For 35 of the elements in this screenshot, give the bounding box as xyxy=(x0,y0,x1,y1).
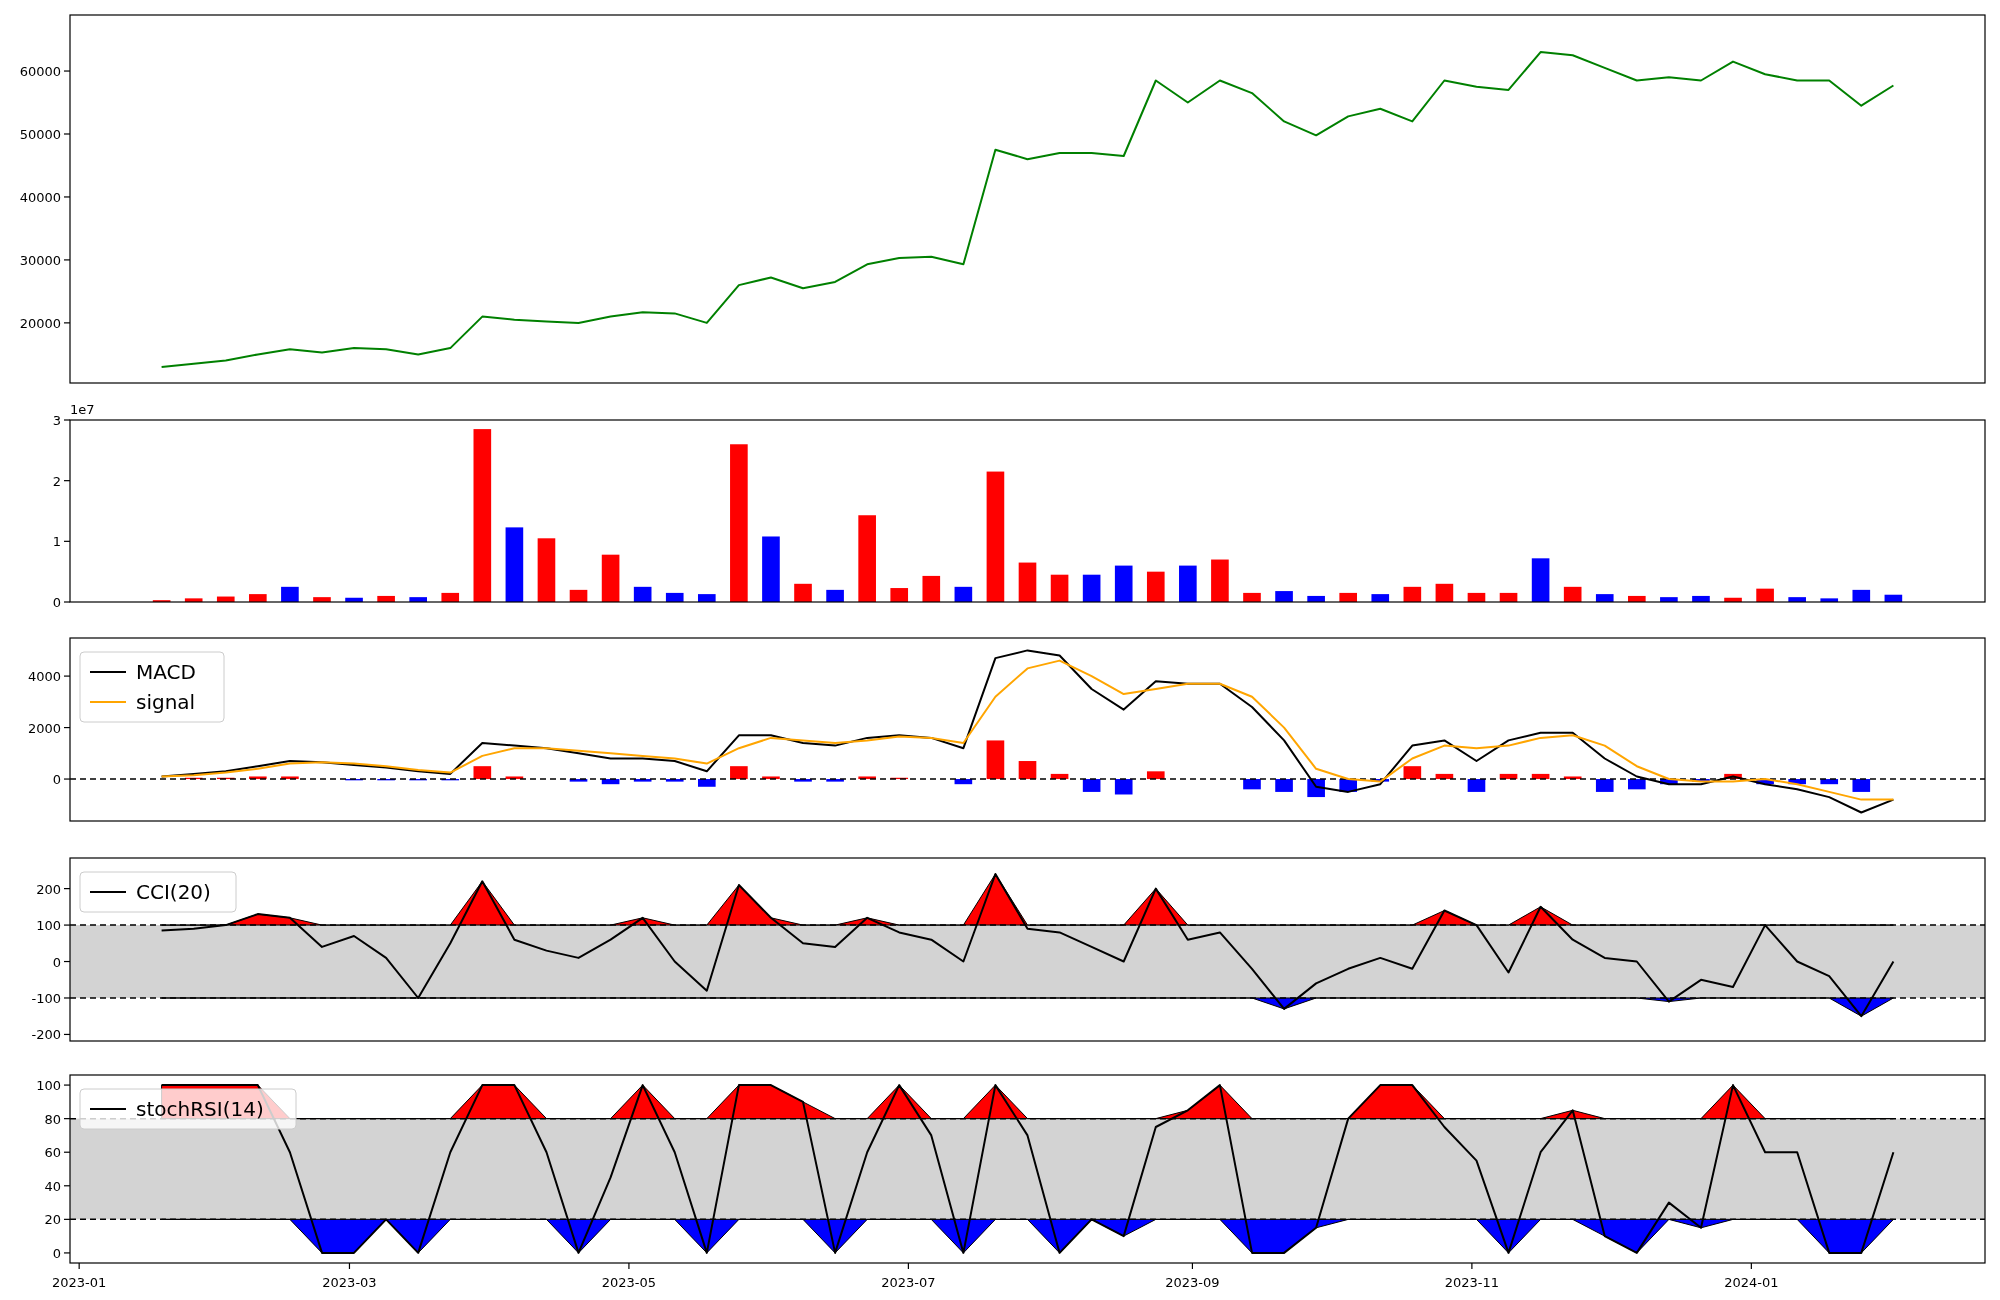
tick-label: 50000 xyxy=(19,127,61,142)
tick-label: 60000 xyxy=(19,64,61,80)
tick-label: 20 xyxy=(44,1212,61,1228)
tick-label: 2 xyxy=(52,473,61,489)
tick-label: 2023-01 xyxy=(52,1275,107,1290)
tick-label: 2023-03 xyxy=(322,1275,377,1290)
legend-label: signal xyxy=(136,690,196,714)
tick-label: 100 xyxy=(36,918,61,934)
tick-label: 2024-01 xyxy=(1724,1275,1779,1290)
tick-label: -100 xyxy=(31,991,61,1006)
tick-label: 2023-05 xyxy=(601,1275,657,1290)
tick-label: 1 xyxy=(52,534,61,550)
tick-label: 80 xyxy=(44,1111,61,1127)
tick-label: 2023-11 xyxy=(1444,1275,1500,1290)
tick-label: 0 xyxy=(52,595,61,610)
axis-offset-label: 1e7 xyxy=(70,402,95,417)
tick-label: 20000 xyxy=(19,315,61,331)
legend-label: MACD xyxy=(136,660,196,684)
tick-label: 200 xyxy=(36,881,61,897)
tick-label: 2023-09 xyxy=(1165,1275,1220,1290)
tick-label: 0 xyxy=(52,1245,61,1261)
tick-label: 40 xyxy=(44,1178,61,1194)
tick-label: 30000 xyxy=(19,252,61,268)
tick-label: 2023-07 xyxy=(881,1275,936,1290)
legend-label: CCI(20) xyxy=(136,880,211,904)
tick-label: -200 xyxy=(31,1027,61,1043)
tick-label: 0 xyxy=(52,772,61,788)
tick-label: 4000 xyxy=(27,669,61,685)
tick-label: 3 xyxy=(52,413,61,428)
tick-label: 2000 xyxy=(27,720,61,736)
tick-label: 60 xyxy=(44,1145,61,1161)
tick-label: 0 xyxy=(52,954,61,970)
legend-label: stochRSI(14) xyxy=(136,1097,264,1121)
tick-label: 100 xyxy=(36,1078,61,1094)
tick-label: 40000 xyxy=(19,189,61,205)
